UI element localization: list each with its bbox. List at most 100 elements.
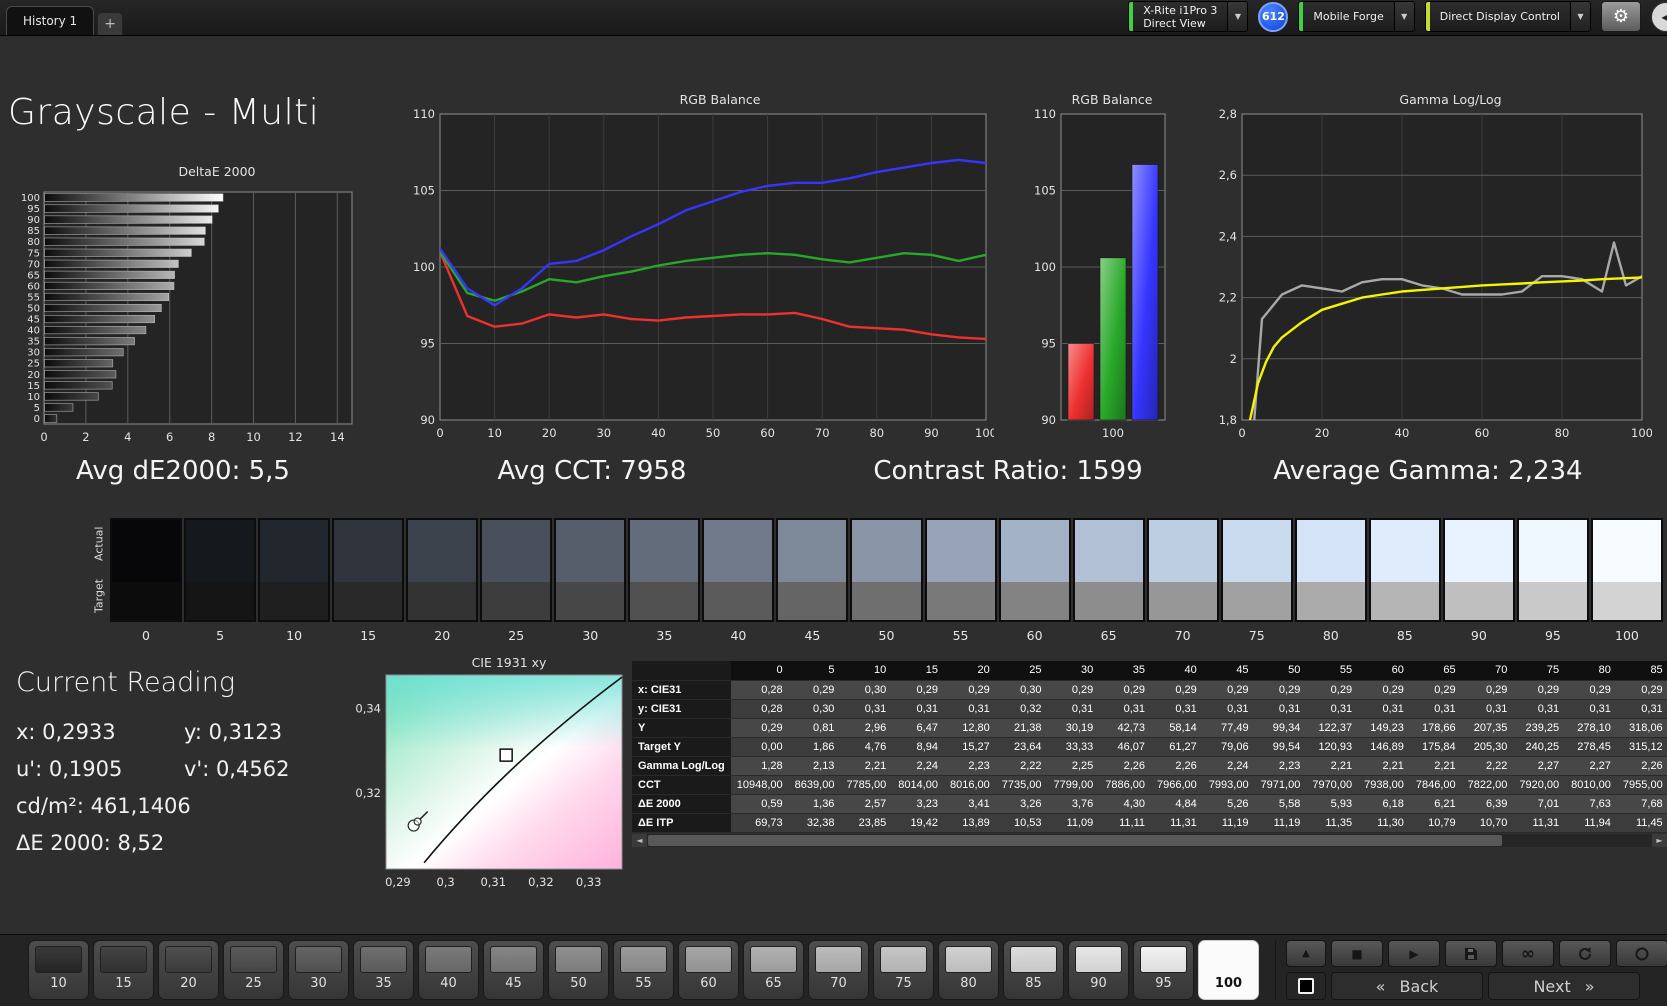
pattern-window-button[interactable]	[1286, 972, 1326, 1000]
level-button-20[interactable]: 20	[158, 940, 219, 1000]
table-cell: 0,29	[943, 680, 996, 700]
display-control-dropdown[interactable]: Direct Display Control ▼	[1424, 1, 1591, 32]
svg-text:2,2: 2,2	[1219, 291, 1237, 305]
level-button-70[interactable]: 70	[808, 940, 869, 1000]
cie-chart-panel: CIE 1931 xy 0,34 0,32 0,29 0,3 0,31 0,32 0,33	[340, 653, 632, 895]
next-button[interactable]: Next »	[1488, 972, 1640, 1000]
collapse-panel-button[interactable]: ◀	[1651, 1, 1667, 32]
level-label: 95	[1155, 976, 1172, 991]
grayscale-swatch-75: 75	[1220, 518, 1293, 643]
table-cell: 7,63	[1565, 794, 1617, 814]
svg-text:2: 2	[82, 430, 89, 444]
table-row: Gamma Log/Log 1,28 2,13 2,21 2,24 2,23 2,22 2,2…	[632, 756, 1667, 776]
svg-text:30: 30	[596, 426, 611, 440]
column-header-35: 35	[1099, 661, 1152, 681]
svg-text:15: 15	[27, 381, 40, 392]
swatch-patch	[554, 518, 627, 622]
infinity-icon: ∞	[1520, 943, 1536, 964]
column-header-40: 40	[1151, 661, 1203, 681]
level-button-50[interactable]: 50	[548, 940, 609, 1000]
level-button-75[interactable]: 75	[873, 940, 934, 1000]
table-cell: 46,07	[1099, 737, 1152, 757]
table-cell: 42,73	[1099, 718, 1152, 738]
table-cell: 7886,00	[1099, 775, 1152, 795]
svg-text:40: 40	[27, 326, 40, 337]
table-cell: 61,27	[1151, 737, 1203, 757]
table-cell: 7971,00	[1254, 775, 1307, 795]
table-cell: 0,29	[1358, 680, 1410, 700]
level-button-95[interactable]: 95	[1133, 940, 1194, 1000]
swatch-target-color	[926, 581, 995, 620]
scroll-up-button[interactable]: ▲	[1286, 940, 1326, 967]
table-cell: 2,26	[1151, 756, 1203, 776]
swatch-actual-color	[852, 520, 921, 582]
level-button-85[interactable]: 85	[1003, 940, 1064, 1000]
scrollbar-track[interactable]	[647, 833, 1652, 847]
table-cell: 2,27	[1565, 756, 1617, 776]
level-button-65[interactable]: 65	[743, 940, 804, 1000]
meter-mode: Direct View	[1143, 16, 1206, 30]
level-button-40[interactable]: 40	[418, 940, 479, 1000]
cie-1931-xy-chart: 0,34 0,32 0,29 0,3 0,31 0,32 0,33	[355, 674, 623, 889]
rgb-balance-bar-panel: RGB Balance 90 95 100 105 110 100	[1000, 92, 1196, 448]
svg-text:110: 110	[1034, 108, 1056, 121]
tab-history-1[interactable]: History 1	[6, 6, 95, 35]
add-tab-button[interactable]: +	[97, 12, 124, 35]
swatch-patch	[702, 518, 775, 622]
level-label: 55	[635, 976, 652, 991]
level-button-15[interactable]: 15	[93, 940, 154, 1000]
stop-button[interactable]: ■	[1331, 940, 1383, 967]
level-button-35[interactable]: 35	[353, 940, 414, 1000]
chevron-down-icon[interactable]: ▼	[1393, 2, 1414, 31]
swatch-actual-color	[630, 520, 699, 582]
level-button-55[interactable]: 55	[613, 940, 674, 1000]
table-cell: 69,73	[730, 813, 789, 833]
swatch-actual-color	[1148, 520, 1217, 582]
grayscale-swatch-70: 70	[1146, 518, 1219, 643]
svg-text:10: 10	[487, 426, 502, 440]
chevron-down-icon[interactable]: ▼	[1227, 2, 1248, 31]
table-horizontal-scrollbar[interactable]: ◄ ►	[632, 833, 1667, 847]
table-cell: 0,31	[1202, 699, 1255, 719]
level-button-100[interactable]: 100	[1198, 940, 1259, 1000]
swatch-target-color	[556, 581, 625, 620]
level-button-25[interactable]: 25	[223, 940, 284, 1000]
table-cell: 30,19	[1047, 718, 1100, 738]
table-cell: 0,29	[1306, 680, 1359, 700]
rgb-bar-chart-title: RGB Balance	[1071, 92, 1153, 107]
svg-text:60: 60	[760, 426, 775, 440]
settings-button[interactable]: ⚙	[1601, 1, 1641, 32]
actual-label: Actual	[92, 526, 106, 562]
level-button-80[interactable]: 80	[938, 940, 999, 1000]
level-button-45[interactable]: 45	[483, 940, 544, 1000]
loop-button[interactable]	[1616, 940, 1667, 967]
play-button[interactable]: ▶	[1388, 940, 1440, 967]
avg-de2000-stat: Avg dE2000: 5,5	[76, 456, 290, 486]
level-button-60[interactable]: 60	[678, 940, 739, 1000]
swatch-patch	[258, 518, 331, 622]
swatch-actual-color	[556, 520, 625, 582]
reading-x: x: 0,2933	[16, 720, 116, 744]
row-label: ΔE 2000	[632, 794, 731, 814]
scroll-right-icon[interactable]: ►	[1652, 833, 1667, 847]
table-cell: 2,21	[1409, 756, 1462, 776]
pattern-source-dropdown[interactable]: Mobile Forge ▼	[1298, 1, 1415, 32]
back-button[interactable]: « Back	[1331, 972, 1483, 1000]
grayscale-swatch-5: 5	[184, 518, 257, 643]
swatch-target-color	[1074, 581, 1143, 620]
refresh-button[interactable]	[1559, 940, 1611, 967]
save-button[interactable]	[1445, 940, 1497, 967]
chevron-down-icon[interactable]: ▼	[1570, 2, 1590, 31]
swatch-actual-color	[704, 520, 773, 582]
swatch-patch	[1442, 518, 1515, 622]
swatch-target-color	[704, 581, 773, 620]
save-icon	[1463, 946, 1479, 962]
continuous-measure-button[interactable]: ∞	[1502, 940, 1554, 967]
level-button-30[interactable]: 30	[288, 940, 349, 1000]
level-button-10[interactable]: 10	[28, 940, 89, 1000]
page-title: Grayscale - Multi	[8, 92, 320, 133]
level-button-90[interactable]: 90	[1068, 940, 1129, 1000]
meter-dropdown[interactable]: X-Rite i1Pro 3 Direct View ▼	[1128, 1, 1249, 32]
scroll-left-icon[interactable]: ◄	[632, 833, 647, 847]
scrollbar-thumb[interactable]	[648, 834, 1503, 846]
